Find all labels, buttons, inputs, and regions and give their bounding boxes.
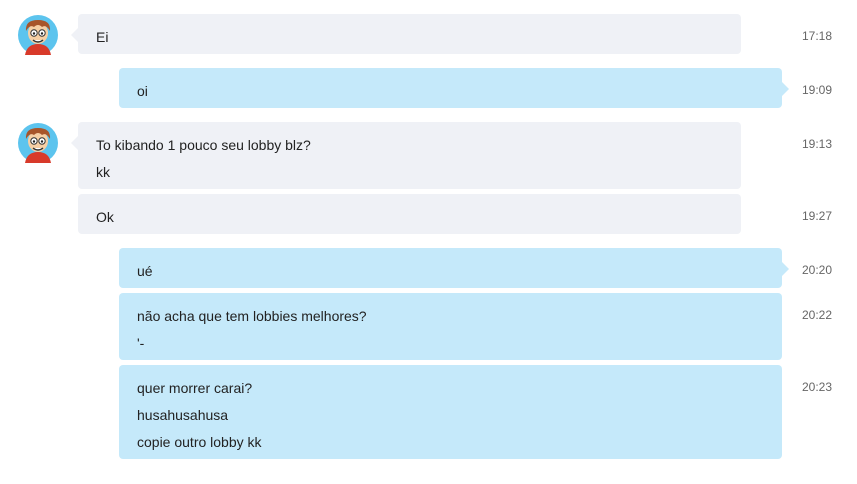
message-text: To kibando 1 pouco seu lobby blz?: [96, 137, 311, 153]
message-text: oi: [137, 83, 148, 99]
message-timestamp: 20:23: [802, 380, 833, 394]
contact-avatar-icon[interactable]: [18, 123, 58, 163]
message-text: '-: [137, 335, 145, 351]
incoming-message-bubble[interactable]: To kibando 1 pouco seu lobby blz? kk: [71, 122, 741, 189]
message-text: Ei: [96, 29, 109, 45]
incoming-message-bubble[interactable]: Ei: [71, 14, 741, 54]
message-timestamp: 19:13: [802, 137, 833, 151]
outgoing-message-bubble[interactable]: não acha que tem lobbies melhores? '-: [119, 293, 782, 360]
message-timestamp: 19:09: [802, 83, 833, 97]
message-timestamp: 20:22: [802, 308, 833, 322]
message-text: não acha que tem lobbies melhores?: [137, 308, 367, 324]
outgoing-message-bubble[interactable]: ué: [119, 248, 789, 288]
message-text: kk: [96, 164, 110, 180]
message-text: ué: [137, 263, 153, 279]
message-timestamp: 19:27: [802, 209, 833, 223]
message-timestamp: 17:18: [802, 29, 833, 43]
message-text: quer morrer carai?: [137, 380, 253, 396]
outgoing-message-bubble[interactable]: quer morrer carai? husahusahusa copie ou…: [119, 365, 782, 459]
message-text: copie outro lobby kk: [137, 434, 262, 450]
outgoing-message-bubble[interactable]: oi: [119, 68, 789, 108]
message-timestamp: 20:20: [802, 263, 833, 277]
message-text: Ok: [96, 209, 114, 225]
incoming-message-bubble[interactable]: Ok: [78, 194, 741, 234]
message-text: husahusahusa: [137, 407, 229, 423]
contact-avatar-icon[interactable]: [18, 15, 58, 55]
